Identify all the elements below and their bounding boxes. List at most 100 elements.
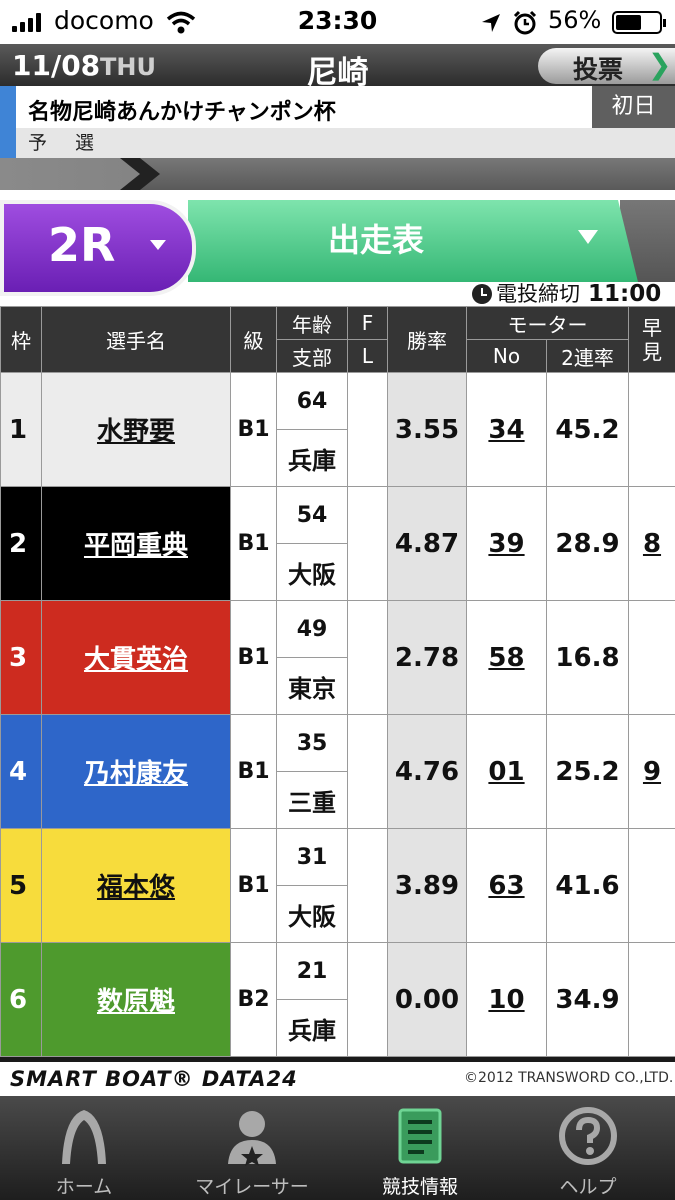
col-rate: 勝率: [387, 306, 467, 373]
motor-rate: 28.9: [546, 486, 629, 601]
divider-strip: [0, 158, 675, 190]
racer-class: B1: [230, 714, 277, 829]
col-class: 級: [230, 306, 277, 373]
table-row: 2 平岡重典 B1 54 4.87 39 28.9 8: [0, 486, 675, 601]
motor-rate: 41.6: [546, 828, 629, 943]
col-waku: 枠: [0, 306, 42, 373]
motor-rate: 16.8: [546, 600, 629, 715]
motor-number-link[interactable]: 58: [466, 600, 547, 715]
racer-name-link[interactable]: 乃村康友: [41, 714, 231, 829]
racer-class: B1: [230, 600, 277, 715]
racer-win-rate: 4.87: [387, 486, 467, 601]
table-row: 4 乃村康友 B1 35 4.76 01 25.2 9: [0, 714, 675, 829]
vote-button[interactable]: 投票 ❯: [538, 48, 675, 84]
race-stage: 予選: [16, 128, 675, 158]
battery-percent: 56%: [548, 6, 602, 34]
deadline-time: 11:00: [588, 281, 662, 307]
racer-branch: 大阪: [276, 885, 348, 943]
view-selector-dropdown[interactable]: 出走表: [188, 200, 638, 282]
deadline-label: 電投締切: [496, 282, 580, 306]
early-view-link[interactable]: 9: [628, 714, 675, 829]
location-icon: [482, 14, 500, 32]
motor-number-link[interactable]: 63: [466, 828, 547, 943]
race-day-badge: 初日: [592, 86, 675, 128]
racer-win-rate: 3.55: [387, 372, 467, 487]
racer-name-link[interactable]: 水野要: [41, 372, 231, 487]
early-view-link[interactable]: [628, 828, 675, 943]
racer-fl: [347, 942, 388, 1057]
early-view-link[interactable]: [628, 372, 675, 487]
racer-branch: 三重: [276, 771, 348, 829]
tab-help-label: ヘルプ: [559, 1176, 617, 1198]
table-header: 枠 選手名 級 年齢 F 勝率 モーター 早見 支部 L No 2連率: [0, 306, 675, 373]
racer-win-rate: 3.89: [387, 828, 467, 943]
bottom-tab-bar: ホーム マイレーサー 競技情報 ヘルプ: [0, 1096, 675, 1200]
racer-win-rate: 2.78: [387, 600, 467, 715]
racer-fl: [347, 486, 388, 601]
motor-number-link[interactable]: 01: [466, 714, 547, 829]
motor-number-link[interactable]: 10: [466, 942, 547, 1057]
early-view-link[interactable]: [628, 600, 675, 715]
race-number-label: 2R: [48, 218, 116, 272]
racer-fl: [347, 828, 388, 943]
racer-name-link[interactable]: 平岡重典: [41, 486, 231, 601]
racer-name-link[interactable]: 数原魁: [41, 942, 231, 1057]
chevron-right-icon: ❯: [648, 48, 672, 81]
accent-bar: [0, 86, 16, 158]
tab-home[interactable]: ホーム: [0, 1096, 168, 1200]
racer-age: 49: [276, 600, 348, 658]
col-motor: モーター: [466, 306, 629, 340]
col-f: F: [347, 306, 388, 340]
dropdown-arrow-icon: [578, 230, 598, 244]
home-icon: [62, 1110, 106, 1164]
tab-my-racer[interactable]: マイレーサー: [168, 1096, 336, 1200]
racer-age: 54: [276, 486, 348, 544]
racer-win-rate: 4.76: [387, 714, 467, 829]
table-body: 1 水野要 B1 64 3.55 34 45.2 兵庫 2 平岡重典 B1 54 4.87 39 28.9 8…: [0, 372, 675, 1057]
race-number-dropdown[interactable]: 2R: [0, 200, 196, 296]
waku-number: 6: [0, 942, 42, 1057]
table-row: 3 大貫英治 B1 49 2.78 58 16.8: [0, 600, 675, 715]
clock-icon: [472, 284, 492, 304]
dropdown-arrow-icon: [150, 240, 166, 250]
racer-branch: 兵庫: [276, 999, 348, 1057]
early-view-link[interactable]: 8: [628, 486, 675, 601]
race-title: 名物尼崎あんかけチャンポン杯: [28, 100, 336, 125]
tab-my-racer-label: マイレーサー: [195, 1176, 309, 1198]
racer-fl: [347, 372, 388, 487]
tab-help[interactable]: ヘルプ: [504, 1096, 672, 1200]
motor-number-link[interactable]: 39: [466, 486, 547, 601]
motor-rate: 34.9: [546, 942, 629, 1057]
motor-number-link[interactable]: 34: [466, 372, 547, 487]
waku-number: 1: [0, 372, 42, 487]
waku-number: 5: [0, 828, 42, 943]
col-l: L: [347, 339, 388, 373]
view-selector-label: 出走表: [328, 221, 425, 259]
my-racer-icon: [228, 1111, 276, 1166]
tab-race-info[interactable]: 競技情報: [336, 1096, 504, 1200]
col-early-line2: 見: [642, 339, 662, 364]
racer-name-link[interactable]: 大貫英治: [41, 600, 231, 715]
table-row: 1 水野要 B1 64 3.55 34 45.2: [0, 372, 675, 487]
col-branch: 支部: [276, 339, 348, 373]
racer-branch: 大阪: [276, 543, 348, 601]
racer-age: 35: [276, 714, 348, 772]
tab-home-label: ホーム: [55, 1176, 113, 1198]
race-info-banner: 名物尼崎あんかけチャンポン杯 初日 予選: [0, 86, 675, 158]
col-age: 年齢: [276, 306, 348, 340]
copyright: ©2012 TRANSWORD CO.,LTD.: [464, 1070, 674, 1086]
battery-icon: [612, 11, 666, 34]
racer-class: B1: [230, 372, 277, 487]
early-view-link[interactable]: [628, 942, 675, 1057]
waku-number: 3: [0, 600, 42, 715]
smart-boat-logo: SMART BOAT® DATA24: [10, 1067, 298, 1091]
racer-age: 21: [276, 942, 348, 1000]
table-row: 5 福本悠 B1 31 3.89 63 41.6: [0, 828, 675, 943]
racer-class: B2: [230, 942, 277, 1057]
col-motor-rate: 2連率: [546, 339, 629, 373]
racer-name-link[interactable]: 福本悠: [41, 828, 231, 943]
racer-class: B1: [230, 828, 277, 943]
entry-table: 枠 選手名 級 年齢 F 勝率 モーター 早見 支部 L No 2連率 1 水野要…: [0, 306, 675, 1057]
col-early: 早見: [628, 306, 675, 373]
alarm-icon: [513, 10, 537, 35]
